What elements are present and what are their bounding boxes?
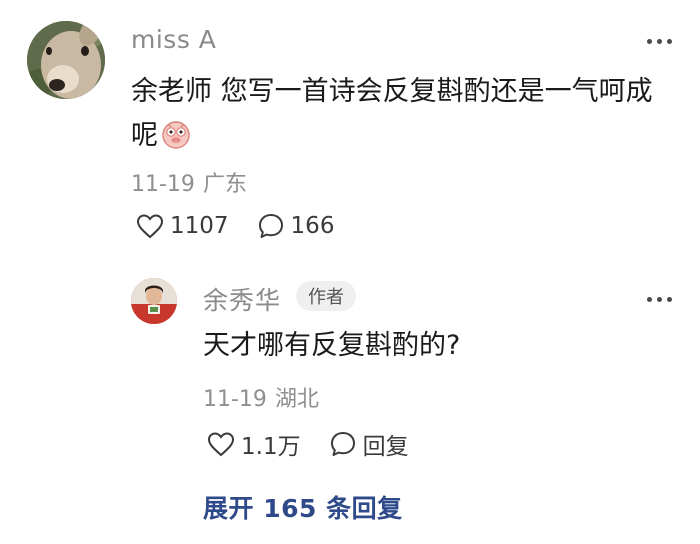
reply-text: 天才哪有反复斟酌的? — [203, 330, 461, 361]
heart-icon — [136, 214, 164, 239]
comment-text-body: 余老师 您写一首诗会反复斟酌还是一气呵成呢 — [131, 76, 653, 151]
pig-face-emoji — [160, 118, 192, 150]
author-avatar-image — [131, 278, 177, 324]
heart-icon — [207, 432, 235, 457]
like-button[interactable]: 1107 — [136, 213, 229, 239]
reply-count: 166 — [290, 213, 335, 239]
comment-thread: miss A 余老师 您写一首诗会反复斟酌还是一气呵成呢 11-19 广东 110 — [0, 0, 700, 544]
more-dots-icon[interactable] — [641, 28, 677, 54]
comment-text: 余老师 您写一首诗会反复斟酌还是一气呵成呢 — [131, 70, 676, 158]
reply-date: 11-19 — [203, 387, 267, 412]
reply-like-button[interactable]: 1.1万 — [207, 427, 301, 461]
author-badge: 作者 — [296, 281, 356, 311]
comment-actions: 1107 166 — [136, 212, 334, 240]
reply-actions: 1.1万 回复 — [207, 427, 409, 461]
reply-button[interactable]: 回复 — [329, 427, 409, 461]
reply-meta: 11-19 湖北 — [203, 381, 319, 413]
avatar[interactable] — [27, 21, 105, 99]
reply-count-button[interactable]: 166 — [257, 212, 335, 240]
comment-username[interactable]: miss A — [131, 25, 216, 54]
speech-bubble-icon — [330, 432, 355, 456]
comment-meta: 11-19 广东 — [131, 166, 247, 198]
reply-avatar[interactable] — [131, 278, 177, 324]
like-count: 1107 — [170, 213, 229, 239]
reply-username[interactable]: 余秀华 — [203, 281, 281, 317]
deer-avatar-image — [27, 21, 105, 99]
reply-like-count: 1.1万 — [241, 434, 301, 460]
expand-replies-link[interactable]: 展开 165 条回复 — [203, 489, 403, 525]
speech-bubble-icon — [258, 214, 283, 238]
comment-date: 11-19 — [131, 172, 195, 197]
comment-location: 广东 — [202, 172, 247, 197]
reply-button-label: 回复 — [362, 434, 409, 460]
reply-location: 湖北 — [274, 387, 319, 412]
more-dots-icon[interactable] — [641, 286, 677, 312]
